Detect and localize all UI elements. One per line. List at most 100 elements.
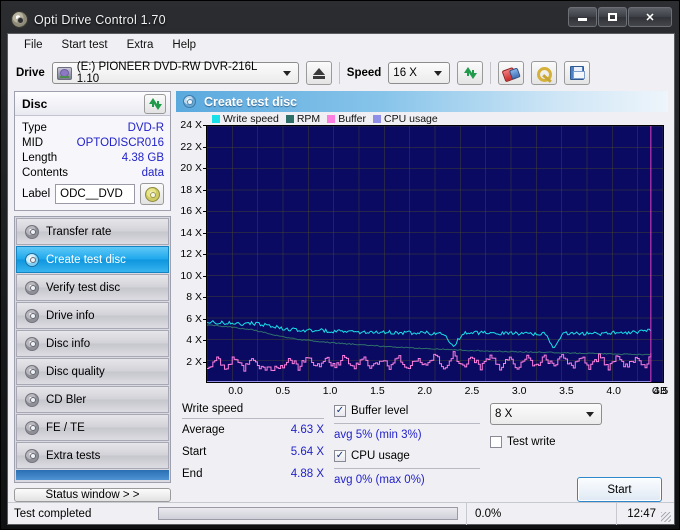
close-icon: ✕ bbox=[645, 11, 655, 24]
sidebar-item-disc-info[interactable]: Disc info bbox=[16, 330, 169, 357]
disc-icon bbox=[25, 336, 39, 351]
cd-disc-icon bbox=[144, 186, 160, 202]
legend-label: Buffer bbox=[338, 112, 367, 125]
chart-x-tick: 3.5 bbox=[559, 385, 574, 397]
chart-y-tick: 18 X bbox=[180, 183, 206, 196]
disc-contents-value: data bbox=[141, 166, 164, 179]
toolbar-divider-1 bbox=[338, 62, 340, 84]
legend-label: Write speed bbox=[223, 112, 279, 125]
speed-select[interactable]: 16 X bbox=[388, 62, 451, 84]
erase-button[interactable] bbox=[498, 61, 525, 85]
close-button[interactable]: ✕ bbox=[628, 7, 672, 27]
chart-y-tick: 14 X bbox=[180, 226, 206, 239]
stat-row-average: Average 4.63 X bbox=[182, 419, 324, 441]
eject-button[interactable] bbox=[305, 61, 332, 85]
disc-label-input[interactable]: ODC__DVD bbox=[55, 184, 135, 204]
chart-series-buffer bbox=[207, 352, 651, 371]
chart-x-axis: 0.0 0.5 1.0 1.5 2.0 2.5 3.0 3.5 4.0 4.5 GB bbox=[198, 385, 668, 399]
legend-item-cpu-usage: CPU usage bbox=[373, 113, 438, 125]
disc-icon bbox=[25, 392, 39, 407]
disc-refresh-button[interactable] bbox=[144, 93, 166, 114]
chart-y-axis: 2 X 4 X 6 X 8 X 10 X 12 X 14 X 16 X 18 X 20 X 22 X… bbox=[176, 119, 206, 383]
stat-key: End bbox=[182, 468, 203, 480]
speed-label: Speed bbox=[346, 67, 382, 79]
disc-icon bbox=[25, 364, 39, 379]
buffer-level-label: Buffer level bbox=[351, 405, 409, 417]
menu-help[interactable]: Help bbox=[164, 37, 204, 53]
cpu-usage-checkbox-row[interactable]: ✓ CPU usage bbox=[334, 448, 480, 464]
drive-label: Drive bbox=[16, 67, 45, 79]
disc-icon bbox=[25, 420, 39, 435]
disc-type-key: Type bbox=[22, 121, 47, 134]
refresh-button[interactable] bbox=[457, 61, 484, 85]
stat-key: Average bbox=[182, 424, 225, 436]
stat-value: 5.64 X bbox=[290, 446, 324, 458]
maximize-button[interactable] bbox=[598, 7, 627, 27]
cpu-usage-checkbox[interactable]: ✓ bbox=[334, 450, 346, 462]
buffer-level-note: avg 5% (min 3%) bbox=[334, 429, 422, 441]
chart-y-tick: 6 X bbox=[186, 312, 206, 325]
refresh-icon bbox=[463, 67, 477, 79]
cpu-usage-note: avg 0% (max 0%) bbox=[334, 474, 425, 486]
disc-panel: Disc Type DVD-R MID OPTODISCR016 Length … bbox=[14, 91, 171, 211]
menu-start-test[interactable]: Start test bbox=[54, 37, 116, 53]
disc-label-row: Label ODC__DVD bbox=[22, 183, 164, 205]
disc-icon bbox=[183, 95, 196, 108]
disc-icon bbox=[25, 224, 39, 239]
save-button[interactable] bbox=[564, 61, 591, 85]
write-speed-select[interactable]: 8 X bbox=[490, 403, 602, 425]
eject-icon bbox=[312, 67, 325, 79]
start-button[interactable]: Start bbox=[577, 477, 662, 502]
sidebar-item-transfer-rate[interactable]: Transfer rate bbox=[16, 218, 169, 245]
chart-x-tick: 3.0 bbox=[511, 385, 527, 397]
progress-bar bbox=[158, 507, 458, 520]
chart-x-tick: 4.0 bbox=[606, 385, 621, 397]
disc-cd-button[interactable] bbox=[140, 183, 164, 205]
sidebar-item-label: Create test disc bbox=[46, 253, 126, 266]
test-write-checkbox[interactable] bbox=[490, 436, 502, 448]
disc-row-type: Type DVD-R bbox=[22, 120, 164, 135]
drive-select[interactable]: (E:) PIONEER DVD-RW DVR-216L 1.10 bbox=[51, 61, 299, 85]
buffer-level-checkbox[interactable]: ✓ bbox=[334, 405, 346, 417]
sidebar-item-verify-test-disc[interactable]: Verify test disc bbox=[16, 274, 169, 301]
buffer-level-checkbox-row[interactable]: ✓ Buffer level bbox=[334, 403, 480, 419]
menu-bar: File Start test Extra Help bbox=[8, 34, 674, 55]
chart-y-tick: 24 X bbox=[180, 119, 206, 131]
client-area: File Start test Extra Help Drive (E:) PI… bbox=[7, 33, 675, 525]
app-icon bbox=[11, 11, 28, 28]
sidebar-item-extra-tests[interactable]: Extra tests bbox=[16, 442, 169, 469]
sidebar-item-label: CD Bler bbox=[46, 393, 87, 406]
menu-file[interactable]: File bbox=[16, 37, 51, 53]
sidebar-item-create-test-disc[interactable]: Create test disc bbox=[16, 246, 169, 273]
speed-select-value: 16 X bbox=[393, 67, 417, 79]
status-window-button[interactable]: Status window > > bbox=[14, 488, 171, 502]
chevron-down-icon bbox=[586, 411, 594, 417]
nav-list: Transfer rate Create test disc Verify te… bbox=[14, 216, 171, 483]
sidebar-item-fe-te[interactable]: FE / TE bbox=[16, 414, 169, 441]
chart-series-rpm bbox=[207, 325, 651, 355]
chart-legend: Write speed RPM Buffer CPU usage bbox=[176, 112, 668, 125]
chart-series-write-speed bbox=[207, 321, 651, 348]
disc-mid-value: OPTODISCR016 bbox=[76, 136, 164, 149]
disc-row-contents: Contents data bbox=[22, 165, 164, 180]
disc-icon bbox=[25, 308, 39, 323]
legend-swatch bbox=[327, 114, 336, 123]
chart-y-tick: 20 X bbox=[180, 162, 206, 174]
toolbar: Drive (E:) PIONEER DVD-RW DVR-216L 1.10 … bbox=[8, 55, 674, 91]
cpu-usage-label: CPU usage bbox=[351, 450, 410, 462]
chart-x-tick: 0.0 bbox=[228, 385, 243, 397]
menu-extra[interactable]: Extra bbox=[119, 37, 162, 53]
tools-button[interactable] bbox=[531, 61, 558, 85]
resize-grip[interactable] bbox=[661, 512, 671, 522]
legend-item-buffer: Buffer bbox=[327, 113, 366, 125]
sidebar-item-drive-info[interactable]: Drive info bbox=[16, 302, 169, 329]
legend-item-write-speed: Write speed bbox=[212, 113, 279, 125]
chart: 2 X 4 X 6 X 8 X 10 X 12 X 14 X 16 X 18 X 20 X 22 X… bbox=[176, 119, 668, 399]
disc-rows: Type DVD-R MID OPTODISCR016 Length 4.38 … bbox=[15, 116, 170, 210]
disc-length-key: Length bbox=[22, 151, 58, 164]
minimize-button[interactable] bbox=[568, 7, 597, 27]
test-write-checkbox-row[interactable]: Test write bbox=[490, 434, 556, 450]
main-panel: Create test disc Write speed RPM Buffer bbox=[176, 91, 674, 502]
sidebar-item-disc-quality[interactable]: Disc quality bbox=[16, 358, 169, 385]
sidebar-item-cd-bler[interactable]: CD Bler bbox=[16, 386, 169, 413]
